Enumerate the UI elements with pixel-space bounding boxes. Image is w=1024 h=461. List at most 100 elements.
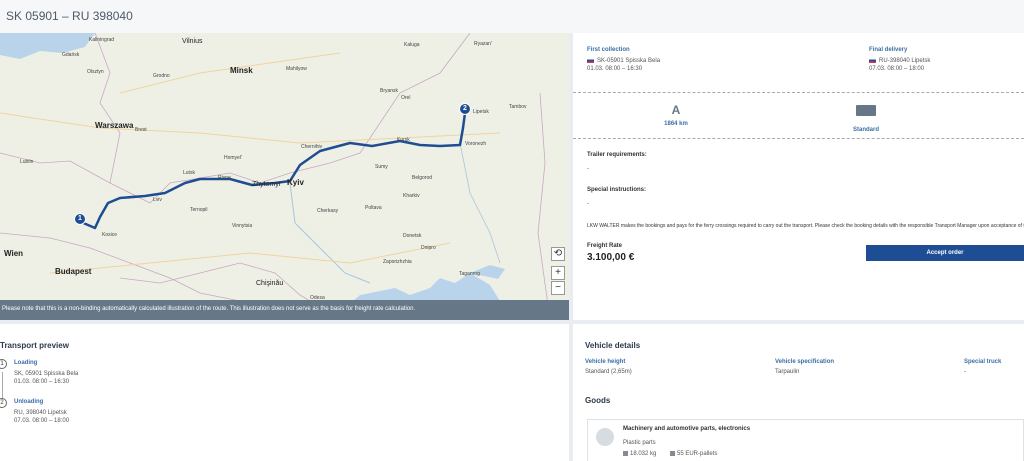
vehicle-details-title: Vehicle details [585, 341, 641, 350]
transport-preview-title: Transport preview [0, 341, 69, 350]
city-label: Mahilyow [286, 66, 307, 72]
step-type: Unloading [14, 399, 44, 405]
step-number: 2 [0, 398, 7, 408]
city-label: Zhytomyr [252, 181, 282, 188]
goods-item-card: Machinery and automotive parts, electron… [587, 419, 1024, 461]
city-label: Taganrog [459, 271, 480, 277]
marker-number: 1 [78, 215, 82, 222]
distance-value: 1864 km [664, 121, 688, 127]
route-marker-start[interactable]: 1 [74, 213, 86, 225]
first-collection-place-row: SK-05901 Spisska Bela [587, 58, 660, 64]
vehicle-type-info: Standard [831, 103, 901, 133]
vehicle-height-value: Standard (2,65m) [585, 369, 632, 375]
goods-title: Goods [585, 396, 611, 405]
city-label: Lublin [20, 159, 34, 165]
city-label: Ternopil [190, 207, 208, 213]
city-label: Gdańsk [62, 52, 80, 58]
first-collection-place: SK-05901 Spisska Bela [597, 58, 661, 65]
city-label: Rivne [218, 175, 231, 181]
divider [573, 138, 1024, 139]
pallet-icon [670, 451, 675, 456]
city-label: Bryansk [380, 88, 399, 94]
slovakia-flag-icon [587, 58, 594, 63]
city-label: Vilnius [182, 38, 203, 45]
special-truck-value: - [964, 369, 966, 375]
final-delivery-place-row: RU-398040 Lipetsk [869, 58, 930, 64]
city-label: Donetsk [403, 233, 422, 239]
loading-step: Loading SK, 05901 Spisska Bela 01.03. 08… [14, 360, 78, 385]
city-label: Lutsk [183, 170, 195, 176]
goods-pallets: 55 EUR-pallets [677, 451, 718, 458]
city-label: Lipetsk [473, 109, 489, 115]
zoom-in-button[interactable]: + [551, 266, 565, 280]
city-label: Lviv [153, 197, 162, 203]
city-label: Vinnytsia [232, 223, 253, 229]
trailer-requirements-label: Trailer requirements: [587, 152, 647, 158]
vehicle-type-value: Standard [852, 127, 879, 133]
city-label: Wien [4, 249, 24, 258]
ferry-notice: LKW WALTER makes the bookings and pays f… [587, 223, 1024, 229]
accept-order-button[interactable]: Accept order [866, 245, 1024, 261]
goods-weight-row: 18.032 kg [623, 451, 656, 457]
reset-view-button[interactable]: ⟲ [551, 247, 565, 261]
divider [573, 92, 1024, 93]
map-disclaimer: Please note that this is a non-binding a… [0, 300, 569, 320]
trailer-requirements-value: - [587, 166, 589, 172]
city-label: Kyiv [287, 178, 304, 187]
road-icon: A [671, 103, 681, 117]
goods-weight: 18.032 kg [630, 451, 657, 458]
final-delivery-place: RU-398040 Lipetsk [879, 58, 931, 65]
city-label: Kharkiv [403, 193, 420, 199]
freight-rate-value: 3.100,00 € [587, 252, 635, 263]
city-label: Chişinău [256, 280, 284, 287]
russia-flag-icon [869, 58, 876, 63]
vehicle-spec-label: Vehicle specification [775, 359, 835, 365]
city-label: Grodno [153, 73, 170, 79]
distance-info: A 1864 km [641, 103, 711, 127]
city-label: Orel [401, 95, 411, 101]
vehicle-spec-value: Tarpaulin [775, 369, 800, 375]
truck-icon [856, 105, 876, 116]
step-type: Loading [14, 360, 38, 366]
route-marker-end[interactable]: 2 [459, 103, 471, 115]
page-header: SK 05901 – RU 398040 [0, 0, 1024, 33]
first-collection-time: 01.03. 08:00 – 16:30 [587, 66, 643, 73]
city-label: Dnipro [421, 245, 436, 251]
city-label: Olsztyn [87, 69, 104, 75]
city-label: Tambov [509, 104, 527, 110]
final-delivery-time: 07.03. 08:00 – 18:00 [869, 66, 925, 73]
timeline-line [2, 372, 3, 398]
marker-number: 2 [463, 105, 467, 112]
weight-icon [623, 451, 628, 456]
step-time: 07.03. 08:00 – 18:00 [14, 418, 70, 424]
route-map[interactable]: Kaliningrad Gdańsk Vilnius Olsztyn Grodn… [0, 33, 569, 320]
goods-pallets-row: 55 EUR-pallets [670, 451, 717, 457]
vehicle-specification: Vehicle specification Tarpaulin [775, 359, 834, 375]
zoom-out-button[interactable]: − [551, 281, 565, 295]
vehicle-height-label: Vehicle height [585, 359, 626, 365]
step-time: 01.03. 08:00 – 16:30 [14, 379, 70, 385]
city-label: Kursk [397, 137, 410, 143]
first-collection-label: First collection [587, 47, 630, 53]
freight-rate-label: Freight Rate [587, 243, 623, 249]
order-summary-panel: First collection SK-05901 Spisska Bela 0… [573, 33, 1024, 320]
city-label: Budapest [55, 267, 92, 276]
special-truck-label: Special truck [964, 359, 1002, 365]
city-label: Sumy [375, 164, 388, 170]
city-label: Homyel' [224, 155, 242, 161]
city-label: Chernihiv [301, 144, 323, 150]
goods-description: Machinery and automotive parts, electron… [623, 426, 751, 432]
city-label: Kaliningrad [89, 37, 115, 43]
city-label: Kaluga [404, 42, 420, 48]
special-instructions-label: Special instructions: [587, 187, 647, 193]
map-canvas [0, 33, 569, 320]
unloading-step: Unloading RU, 398040 Lipetsk 07.03. 08:0… [14, 399, 69, 424]
step-place: RU, 398040 Lipetsk [14, 410, 67, 416]
page-title: SK 05901 – RU 398040 [6, 9, 133, 23]
first-collection: First collection SK-05901 Spisska Bela 0… [587, 47, 660, 72]
package-icon [596, 428, 614, 446]
city-label: Brest [135, 127, 147, 133]
final-delivery-label: Final delivery [869, 47, 908, 53]
vehicle-height: Vehicle height Standard (2,65m) [585, 359, 632, 375]
city-label: Belgorod [412, 175, 433, 181]
